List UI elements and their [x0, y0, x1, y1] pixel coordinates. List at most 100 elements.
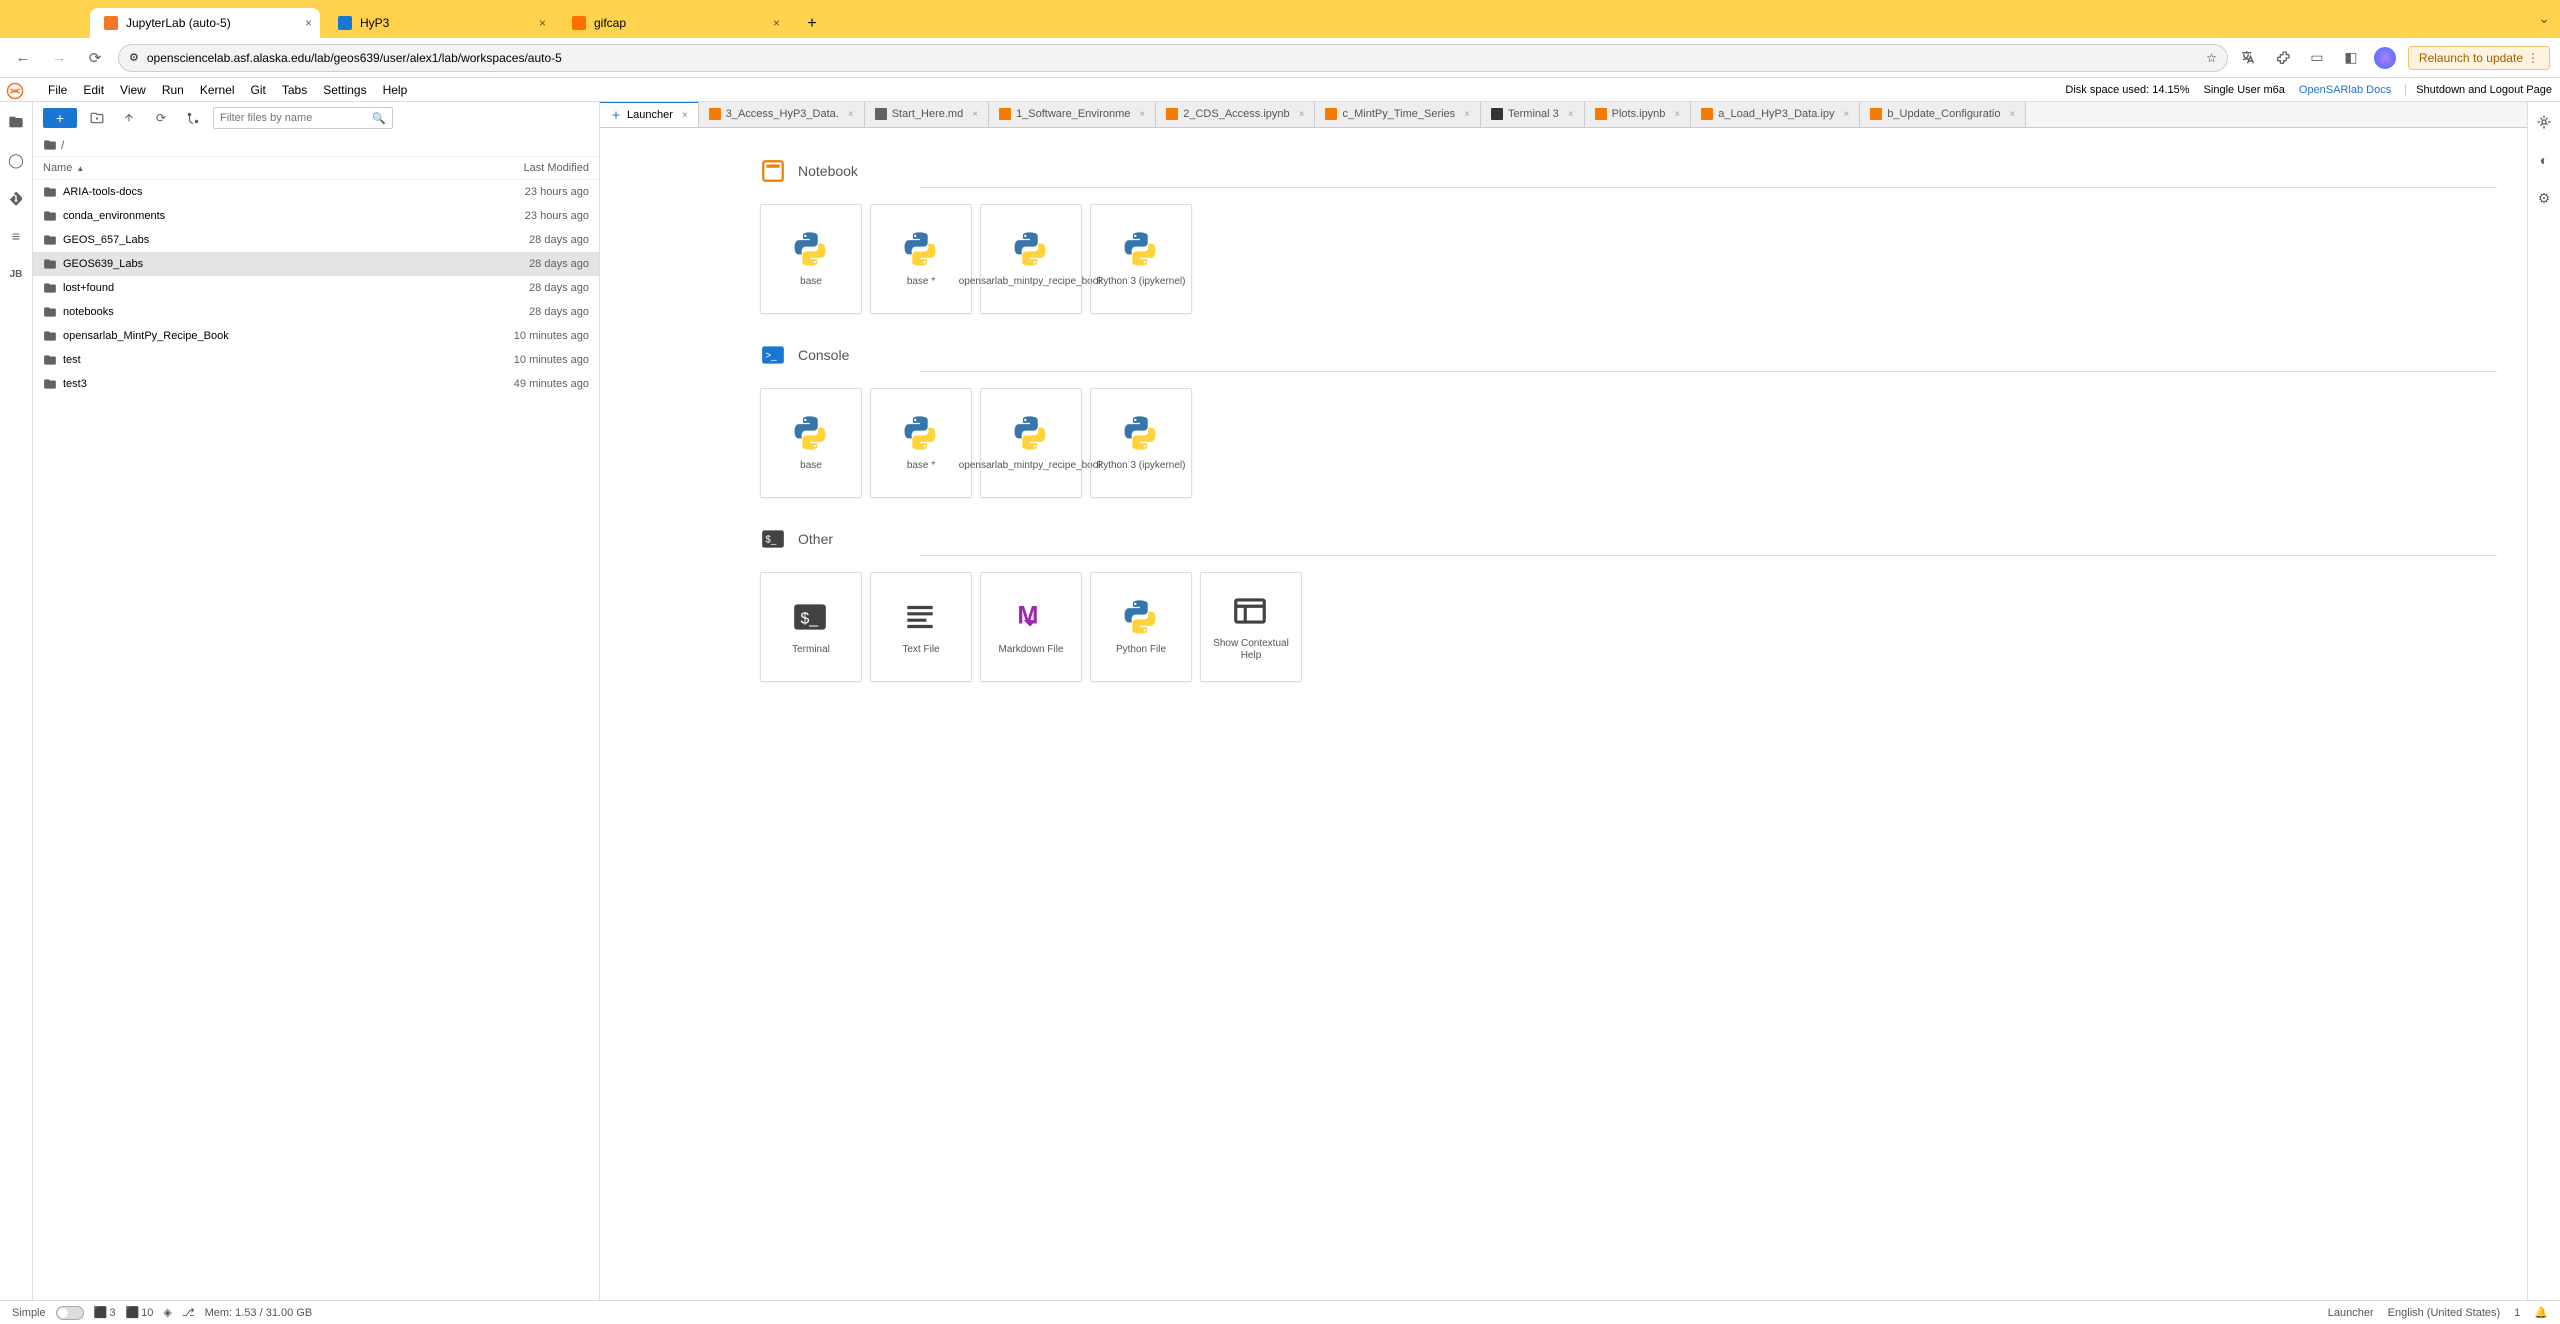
terminals-count[interactable]: ⬛3 [94, 1306, 116, 1319]
shutdown-link[interactable]: Shutdown and Logout Page [2405, 84, 2552, 96]
launcher-card[interactable]: Text File [870, 572, 972, 682]
language-label[interactable]: English (United States) [2388, 1307, 2501, 1319]
file-row[interactable]: notebooks28 days ago [33, 300, 599, 324]
menu-git[interactable]: Git [251, 83, 266, 97]
doc-tab[interactable]: c_MintPy_Time_Series× [1315, 102, 1481, 127]
simple-toggle[interactable] [56, 1306, 84, 1320]
file-row[interactable]: GEOS_657_Labs28 days ago [33, 228, 599, 252]
translate-icon[interactable] [2238, 47, 2260, 69]
launcher-card[interactable]: opensarlab_mintpy_recipe_book [980, 204, 1082, 314]
modified-column-header[interactable]: Last Modified [524, 162, 589, 174]
devices-icon[interactable]: ▭ [2306, 47, 2328, 69]
doc-tab[interactable]: a_Load_HyP3_Data.ipy× [1691, 102, 1860, 127]
file-row[interactable]: test10 minutes ago [33, 348, 599, 372]
filter-input[interactable]: 🔍 [213, 107, 393, 129]
extensions-tab-icon[interactable]: JB [4, 262, 28, 286]
toc-tab-icon[interactable]: ≡ [4, 224, 28, 248]
doc-tab[interactable]: Plots.ipynb× [1585, 102, 1692, 127]
running-tab-icon[interactable]: ◯ [4, 148, 28, 172]
new-tab-button[interactable]: + [798, 10, 826, 38]
menu-tabs[interactable]: Tabs [282, 83, 307, 97]
reload-button[interactable]: ⟳ [82, 45, 108, 71]
close-icon[interactable]: × [682, 110, 688, 121]
new-folder-icon[interactable] [85, 106, 109, 130]
file-name: ARIA-tools-docs [63, 186, 142, 198]
file-row[interactable]: GEOS639_Labs28 days ago [33, 252, 599, 276]
close-icon[interactable]: × [1464, 109, 1470, 120]
close-icon[interactable]: × [1674, 109, 1680, 120]
launcher-card[interactable]: Python 3 (ipykernel) [1090, 388, 1192, 498]
launcher-card[interactable]: MMarkdown File [980, 572, 1082, 682]
launcher-card[interactable]: base [760, 204, 862, 314]
close-icon[interactable]: × [305, 16, 312, 30]
file-row[interactable]: ARIA-tools-docs23 hours ago [33, 180, 599, 204]
git-branch-icon[interactable]: ⎇ [182, 1306, 195, 1319]
site-settings-icon[interactable]: ⚙ [129, 51, 139, 64]
launcher-card[interactable]: base * [870, 388, 972, 498]
close-icon[interactable]: × [1139, 109, 1145, 120]
star-icon[interactable]: ☆ [2206, 51, 2217, 65]
git-tab-icon[interactable] [4, 186, 28, 210]
filebrowser-tab-icon[interactable] [4, 110, 28, 134]
lsp-icon[interactable]: ◈ [163, 1306, 171, 1319]
upload-icon[interactable] [117, 106, 141, 130]
file-row[interactable]: test349 minutes ago [33, 372, 599, 396]
doc-tab[interactable]: Terminal 3× [1481, 102, 1585, 127]
file-row[interactable]: lost+found28 days ago [33, 276, 599, 300]
doc-tab[interactable]: b_Update_Configuratio× [1860, 102, 2026, 127]
back-button[interactable]: ← [10, 45, 36, 71]
close-icon[interactable]: × [1568, 109, 1574, 120]
launcher-card[interactable]: Show Contextual Help [1200, 572, 1302, 682]
close-icon[interactable]: × [972, 109, 978, 120]
menu-run[interactable]: Run [162, 83, 184, 97]
menu-help[interactable]: Help [383, 83, 408, 97]
doc-tab[interactable]: 1_Software_Environme× [989, 102, 1156, 127]
file-row[interactable]: conda_environments23 hours ago [33, 204, 599, 228]
profile-avatar[interactable] [2374, 47, 2396, 69]
menu-edit[interactable]: Edit [83, 83, 104, 97]
sidepanel-icon[interactable]: ◧ [2340, 47, 2362, 69]
kernels-count[interactable]: ⬛10 [125, 1306, 153, 1319]
close-icon[interactable]: × [848, 109, 854, 120]
debugger-icon[interactable]: ◐ [2532, 148, 2556, 172]
bell-icon[interactable]: 🔔 [2534, 1306, 2548, 1319]
relaunch-button[interactable]: Relaunch to update ⋮ [2408, 46, 2550, 70]
file-name: GEOS_657_Labs [63, 234, 149, 246]
docs-link[interactable]: OpenSARlab Docs [2299, 84, 2391, 96]
menu-kernel[interactable]: Kernel [200, 83, 235, 97]
tabbar-menu-icon[interactable]: ⌄ [2538, 10, 2550, 27]
launcher-card[interactable]: Python 3 (ipykernel) [1090, 204, 1192, 314]
close-icon[interactable]: × [1299, 109, 1305, 120]
doc-tab[interactable]: Launcher× [600, 102, 699, 127]
property-inspector-icon[interactable] [2532, 110, 2556, 134]
menu-settings[interactable]: Settings [323, 83, 366, 97]
menu-file[interactable]: File [48, 83, 67, 97]
new-launcher-button[interactable]: + [43, 108, 77, 128]
file-row[interactable]: opensarlab_MintPy_Recipe_Book10 minutes … [33, 324, 599, 348]
doc-tab[interactable]: Start_Here.md× [865, 102, 989, 127]
launcher-card[interactable]: base [760, 388, 862, 498]
close-icon[interactable]: × [539, 16, 546, 30]
forward-button[interactable]: → [46, 45, 72, 71]
launcher-card[interactable]: opensarlab_mintpy_recipe_book [980, 388, 1082, 498]
url-field[interactable]: ⚙ ☆ [118, 44, 2228, 72]
git-icon[interactable] [181, 106, 205, 130]
launcher-card[interactable]: $_Terminal [760, 572, 862, 682]
launcher-card[interactable]: base * [870, 204, 972, 314]
browser-tab[interactable]: JupyterLab (auto-5)× [90, 8, 320, 38]
close-icon[interactable]: × [2009, 109, 2015, 120]
name-column-header[interactable]: Name [43, 162, 72, 174]
extensions-icon[interactable] [2272, 47, 2294, 69]
launcher-card[interactable]: Python File [1090, 572, 1192, 682]
doc-tab[interactable]: 2_CDS_Access.ipynb× [1156, 102, 1315, 127]
menu-view[interactable]: View [120, 83, 146, 97]
settings-icon[interactable]: ⚙ [2532, 186, 2556, 210]
browser-tab[interactable]: HyP3× [324, 8, 554, 38]
breadcrumb[interactable]: / [33, 134, 599, 156]
doc-tab[interactable]: 3_Access_HyP3_Data.× [699, 102, 865, 127]
browser-tab[interactable]: gifcap× [558, 8, 788, 38]
url-input[interactable] [147, 51, 2198, 65]
close-icon[interactable]: × [773, 16, 780, 30]
close-icon[interactable]: × [1843, 109, 1849, 120]
refresh-icon[interactable]: ⟳ [149, 106, 173, 130]
